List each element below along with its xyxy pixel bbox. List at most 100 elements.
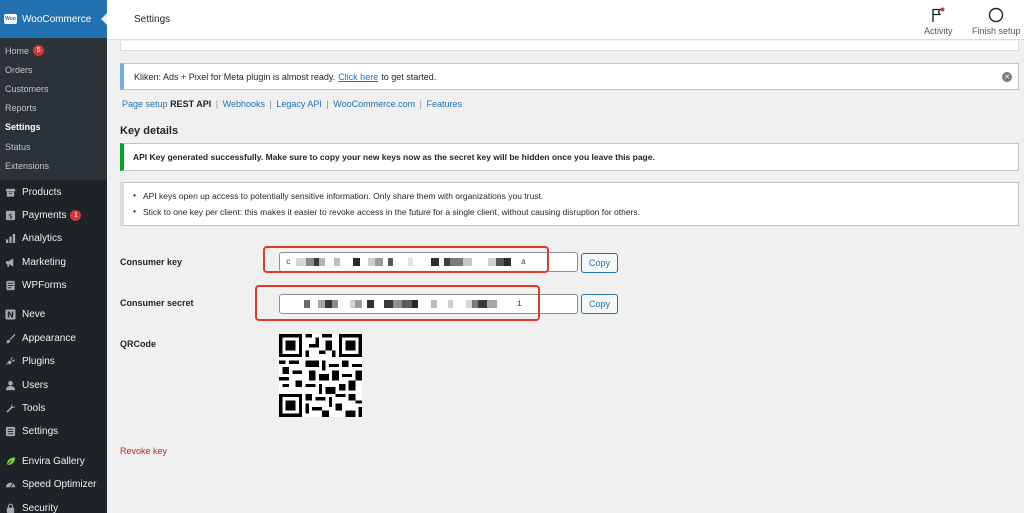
users-icon <box>5 380 16 390</box>
subnav-woocommerce-com[interactable]: WooCommerce.com <box>333 99 415 109</box>
sidebar-item-label: Speed Optimizer <box>22 479 97 491</box>
revoke-key-link[interactable]: Revoke key <box>120 446 167 456</box>
settings-subnav: Page setup REST API | Webhooks | Legacy … <box>122 99 462 109</box>
submenu-item-settings[interactable]: Settings <box>0 118 107 137</box>
sidebar-item-appearance[interactable]: Appearance <box>0 327 107 350</box>
activity-button[interactable]: Activity <box>924 5 953 36</box>
woocommerce-logo-icon: Woo <box>4 14 17 24</box>
submenu-item-home[interactable]: Home 5 <box>0 41 107 60</box>
top-strip <box>120 41 1019 51</box>
sidebar-item-wpforms[interactable]: WPForms <box>0 274 107 297</box>
section-heading: Key details <box>120 125 179 137</box>
submenu-item-label: Extensions <box>5 160 50 171</box>
sidebar-item-marketing[interactable]: Marketing <box>0 250 107 273</box>
success-notice: API Key generated successfully. Make sur… <box>120 143 1019 171</box>
submenu-item-label: Reports <box>5 103 37 114</box>
megaphone-icon <box>5 258 14 267</box>
plugin-notice: Kliken: Ads + Pixel for Meta plugin is a… <box>120 63 1019 90</box>
click-here-link[interactable]: Click here <box>338 72 378 82</box>
tip-item: Stick to one key per client: this makes … <box>133 206 1018 223</box>
sidebar-item-tools[interactable]: Tools <box>0 397 107 420</box>
flag-icon <box>932 7 945 22</box>
woocommerce-submenu: Home 5 Orders Customers Reports Settings… <box>0 38 107 181</box>
main-content: Kliken: Ads + Pixel for Meta plugin is a… <box>107 41 1024 513</box>
settings-icon <box>5 427 16 437</box>
sidebar-item-analytics[interactable]: Analytics <box>0 227 107 250</box>
sidebar-item-users[interactable]: Users <box>0 373 107 396</box>
notification-badge: 1 <box>70 209 82 221</box>
subnav-separator: | <box>419 99 422 109</box>
notice-text-after: to get started. <box>381 71 437 82</box>
svg-text:$: $ <box>8 211 13 220</box>
subnav-separator: | <box>269 99 272 109</box>
success-text: API Key generated successfully. Make sur… <box>133 152 655 162</box>
sidebar-item-envira-gallery[interactable]: Envira Gallery <box>0 450 107 473</box>
submenu-item-extensions[interactable]: Extensions <box>0 156 107 175</box>
notification-badge: 5 <box>33 45 45 57</box>
subnav-features[interactable]: Features <box>427 99 463 109</box>
dismiss-notice-icon[interactable]: ✕ <box>1002 72 1012 82</box>
copy-consumer-key-button[interactable]: Copy <box>581 253 618 273</box>
payments-icon: $ <box>5 210 16 220</box>
sidebar-item-label: Envira Gallery <box>22 455 85 467</box>
copy-consumer-secret-button[interactable]: Copy <box>581 294 618 314</box>
submenu-item-label: Customers <box>5 83 49 94</box>
sidebar-item-woocommerce[interactable]: Woo WooCommerce <box>0 0 107 38</box>
qr-code-image <box>279 334 362 417</box>
neve-icon: N <box>5 309 16 320</box>
bar-chart-icon <box>5 234 16 244</box>
sidebar-item-label: WPForms <box>22 280 67 292</box>
page-title: Settings <box>134 14 171 25</box>
sidebar-item-payments[interactable]: $ Payments 1 <box>0 204 107 227</box>
sidebar-item-label: Appearance <box>22 332 76 344</box>
wrench-icon <box>6 403 16 413</box>
submenu-item-label: Settings <box>5 122 41 133</box>
subnav-rest-api[interactable]: REST API <box>170 99 211 109</box>
subnav-separator: | <box>215 99 219 109</box>
sidebar-item-label: Settings <box>22 426 59 438</box>
paintbrush-icon <box>5 333 16 344</box>
sidebar-item-label: Users <box>22 379 49 391</box>
top-header: Settings Activity Finish setup <box>107 0 1024 40</box>
sidebar-item-products[interactable]: Products <box>0 180 107 203</box>
submenu-item-orders[interactable]: Orders <box>0 60 107 79</box>
tip-item: API keys open up access to potentially s… <box>133 190 1018 207</box>
sidebar-item-label: Neve <box>22 309 46 321</box>
consumer-key-label: Consumer key <box>120 257 183 267</box>
plugin-icon <box>5 357 16 366</box>
sidebar-item-plugins[interactable]: Plugins <box>0 350 107 373</box>
sidebar-item-label: Security <box>22 502 59 513</box>
sidebar-item-security[interactable]: Security <box>0 496 107 513</box>
sidebar-item-label: Products <box>22 186 62 198</box>
sidebar-item-settings[interactable]: Settings <box>0 420 107 443</box>
submenu-item-label: Status <box>5 141 31 152</box>
subnav-page-setup[interactable]: Page setup <box>122 99 168 109</box>
forms-icon <box>6 280 15 291</box>
api-key-tips: API keys open up access to potentially s… <box>120 182 1019 226</box>
sidebar-item-label: Plugins <box>22 356 55 368</box>
submenu-item-customers[interactable]: Customers <box>0 79 107 98</box>
sidebar-item-label: WooCommerce <box>22 13 92 25</box>
leaf-icon <box>6 457 16 466</box>
notice-text: Kliken: Ads + Pixel for Meta plugin is a… <box>134 71 336 82</box>
finish-setup-button[interactable]: Finish setup <box>972 5 1021 36</box>
sidebar-item-label: Analytics <box>22 233 63 245</box>
activity-label: Activity <box>924 26 953 36</box>
submenu-item-label: Home <box>5 45 30 56</box>
archive-icon <box>5 188 16 197</box>
svg-text:N: N <box>7 310 14 320</box>
highlight-box <box>255 285 540 321</box>
submenu-item-label: Orders <box>5 64 33 75</box>
subnav-legacy-api[interactable]: Legacy API <box>276 99 322 109</box>
finish-setup-label: Finish setup <box>972 26 1021 36</box>
sidebar-item-label: Marketing <box>22 256 66 268</box>
sidebar-item-label: Tools <box>22 403 46 415</box>
subnav-separator: | <box>326 99 329 109</box>
submenu-item-reports[interactable]: Reports <box>0 99 107 118</box>
sidebar-item-speed-optimizer[interactable]: Speed Optimizer <box>0 473 107 496</box>
consumer-secret-label: Consumer secret <box>120 298 194 308</box>
submenu-item-status[interactable]: Status <box>0 137 107 156</box>
sidebar-item-neve[interactable]: N Neve <box>0 303 107 326</box>
highlight-box <box>263 246 549 273</box>
subnav-webhooks[interactable]: Webhooks <box>223 99 265 109</box>
